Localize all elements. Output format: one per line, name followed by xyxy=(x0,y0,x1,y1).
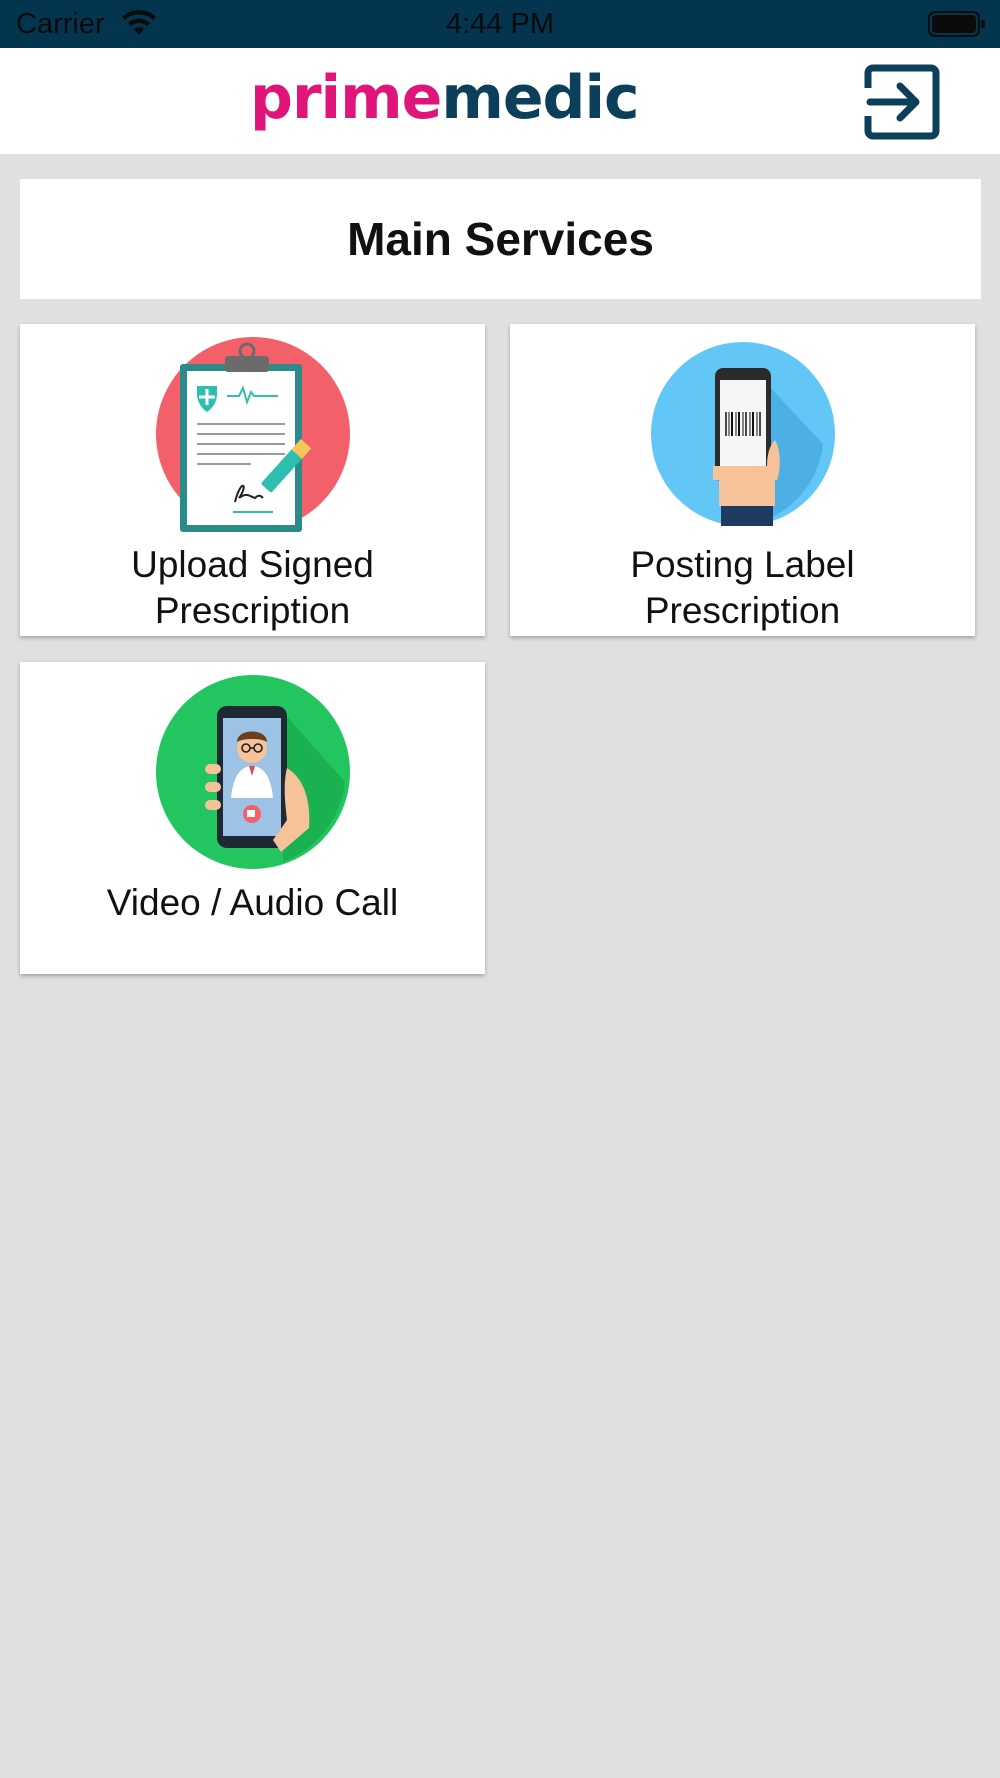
prescription-clipboard-icon xyxy=(155,337,350,532)
posting-label-prescription-tile[interactable]: Posting Label Prescription xyxy=(510,324,975,636)
status-bar: Carrier 4:44 PM xyxy=(0,0,1000,48)
clock: 4:44 PM xyxy=(446,8,554,40)
primemedic-logo: primemedic xyxy=(250,62,640,134)
section-header: Main Services xyxy=(20,179,981,299)
video-doctor-call-icon xyxy=(155,675,350,869)
tile-label: Posting Label Prescription xyxy=(630,544,855,631)
tile-label: Upload Signed Prescription xyxy=(131,544,374,631)
phone-barcode-icon xyxy=(650,342,835,526)
logout-icon[interactable] xyxy=(864,64,940,140)
logo-medic: medic xyxy=(441,63,639,133)
video-audio-call-tile[interactable]: Video / Audio Call xyxy=(20,662,485,974)
upload-signed-prescription-tile[interactable]: Upload Signed Prescription xyxy=(20,324,485,636)
tile-label: Video / Audio Call xyxy=(106,882,399,923)
battery-icon xyxy=(928,11,985,37)
logo-prime: prime xyxy=(250,63,442,133)
page-title: Main Services xyxy=(347,213,654,265)
app-header: primemedic xyxy=(0,48,1000,154)
